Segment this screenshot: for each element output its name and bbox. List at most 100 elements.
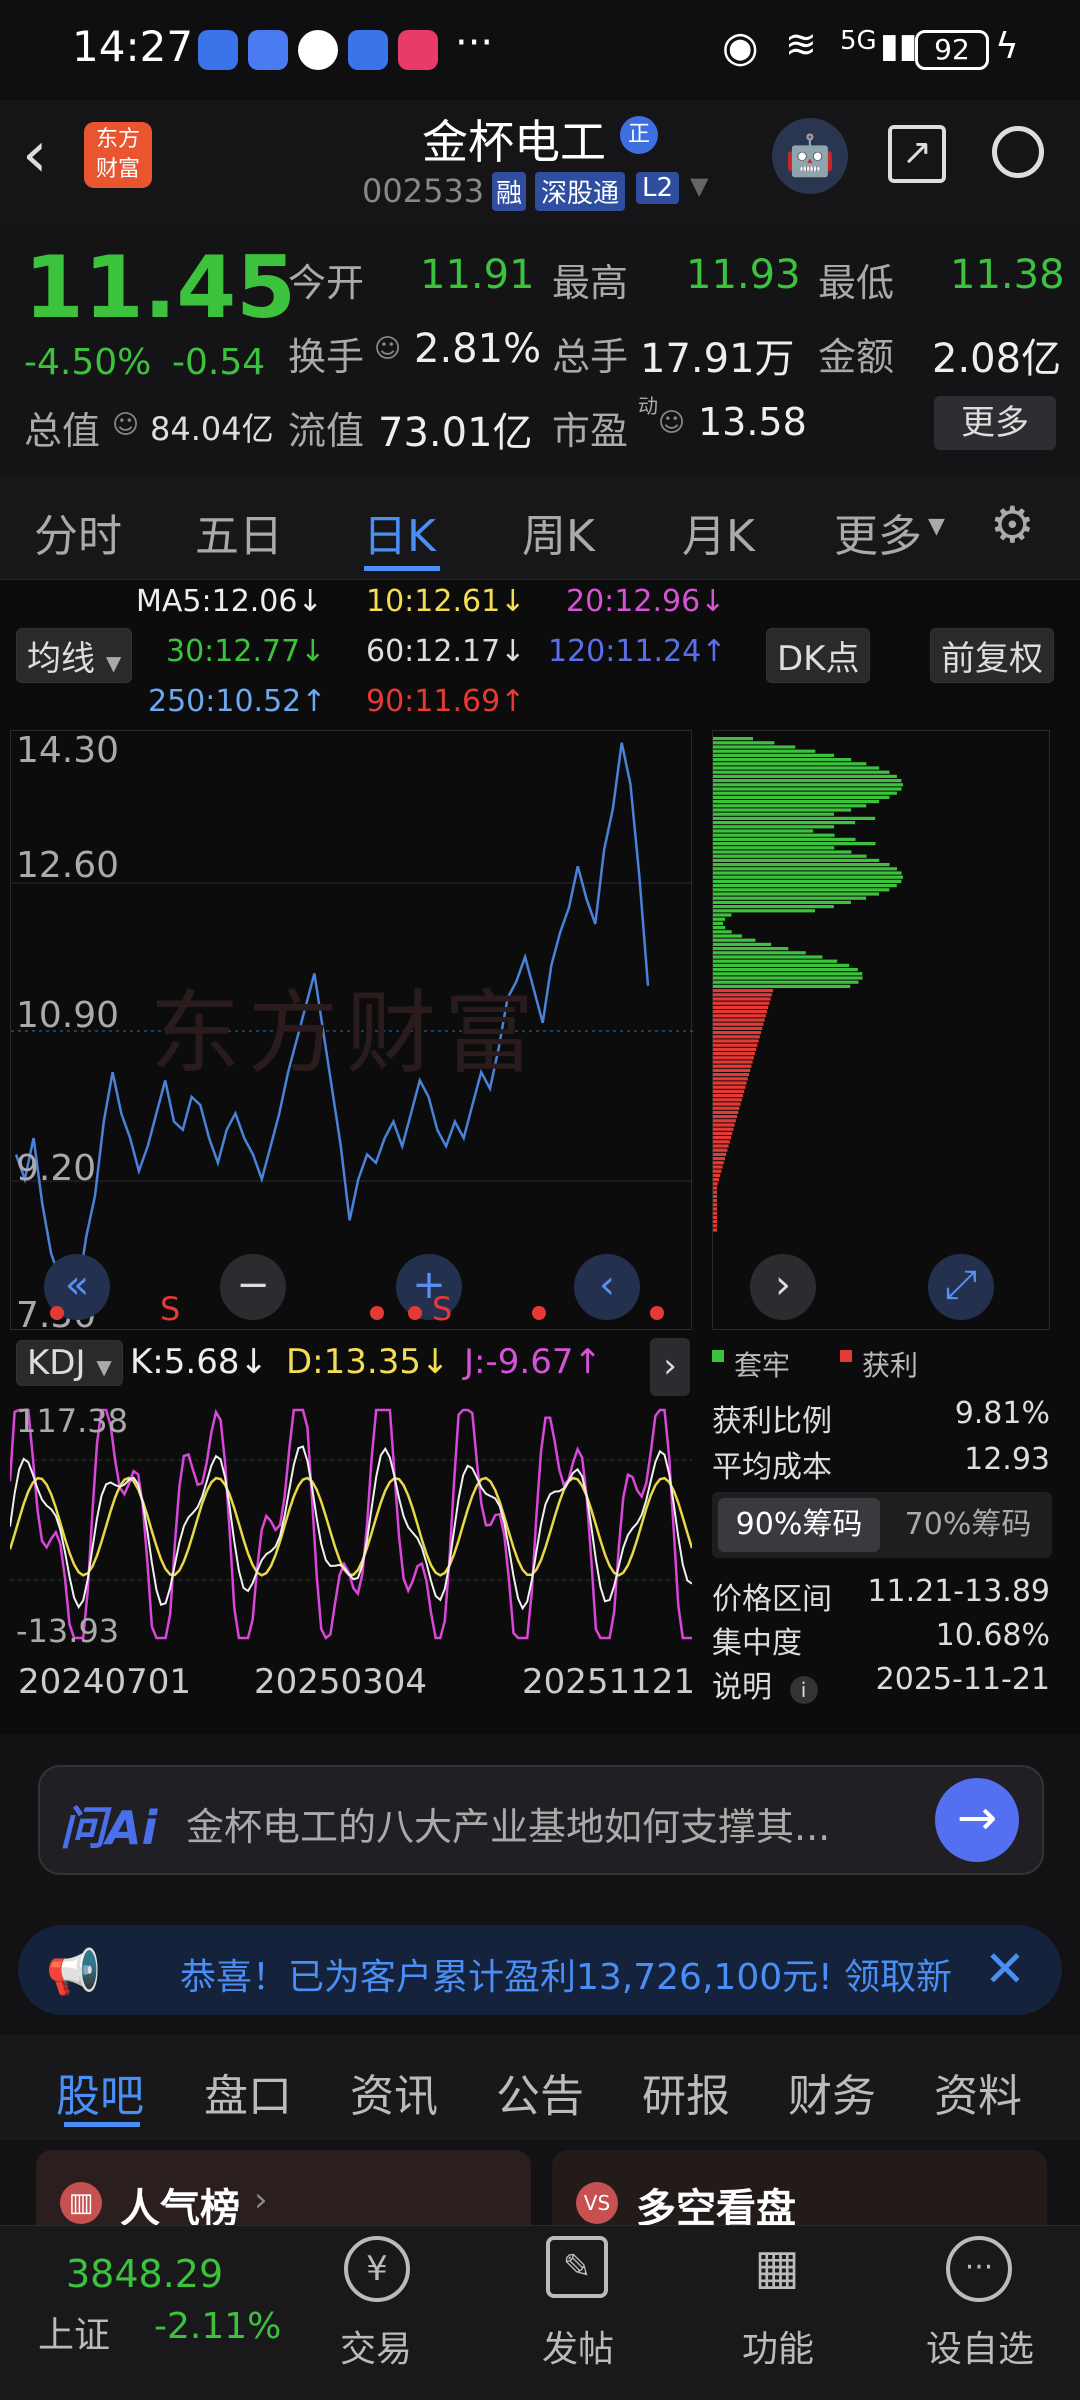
info-icon[interactable]: i	[789, 1676, 818, 1704]
tab-finance[interactable]: 财务	[788, 2060, 876, 2124]
chip-bar	[713, 753, 835, 757]
index-value[interactable]: 3848.29	[66, 2252, 223, 2296]
chip-bar	[713, 850, 852, 854]
nav-function[interactable]: 功能	[708, 2320, 848, 2372]
eastmoney-logo[interactable]: 东方 财富	[84, 122, 152, 188]
nav-add-watchlist[interactable]: 设自选	[910, 2320, 1050, 2372]
chip-distribution-chart[interactable]	[712, 730, 1050, 1330]
chip-bar	[713, 1085, 746, 1089]
chip-bar	[713, 863, 890, 867]
share-icon[interactable]: ↗	[888, 125, 946, 183]
tab-more-caret-icon: ▼	[928, 514, 945, 539]
search-icon[interactable]	[992, 126, 1044, 178]
tab-profile[interactable]: 资料	[934, 2060, 1022, 2124]
tag-dropdown-icon[interactable]: ▼	[690, 172, 708, 200]
function-grid-icon[interactable]: ▦	[746, 2236, 808, 2298]
chip-bar	[713, 1022, 764, 1026]
concentration-label: 集中度	[712, 1626, 802, 1661]
tab-pankou[interactable]: 盘口	[204, 2060, 292, 2124]
chip-bar	[713, 1173, 721, 1177]
ma-button[interactable]: 均线 ▼	[16, 628, 133, 683]
tab-five-day[interactable]: 五日	[195, 500, 283, 564]
mcap-info-icon[interactable]: ☺	[112, 410, 139, 440]
nav-trade[interactable]: 交易	[306, 2320, 446, 2372]
tab-monthly-k[interactable]: 月K	[682, 500, 755, 564]
dk-point-button[interactable]: DK点	[766, 628, 871, 683]
chip-bar	[713, 1110, 739, 1114]
fq-button[interactable]: 前复权	[930, 628, 1054, 683]
ai-send-arrow-icon[interactable]: →	[935, 1778, 1019, 1862]
chip-bar	[713, 774, 897, 778]
chip-bar	[713, 934, 742, 938]
tab-active-indicator	[364, 566, 440, 571]
signal-s-marker: S	[160, 1290, 181, 1328]
chip-bar	[713, 770, 890, 774]
chip-bar	[713, 1165, 723, 1169]
back-chevron-icon[interactable]: ‹	[22, 118, 48, 192]
chip-bar	[713, 905, 834, 909]
chip-bar	[713, 926, 726, 930]
gear-icon[interactable]: ⚙	[990, 496, 1035, 554]
kdj-d-value: D:13.35↓	[286, 1342, 450, 1382]
date-label-2: 20250304	[254, 1662, 428, 1702]
ma-button-label: 均线	[27, 639, 95, 679]
scroll-left-icon[interactable]: ‹	[574, 1254, 640, 1320]
trade-yen-icon[interactable]: ¥	[344, 2236, 410, 2302]
chevron-right-icon: ›	[254, 2180, 268, 2220]
zoom-out-icon[interactable]: −	[220, 1254, 286, 1320]
high-value: 11.93	[686, 252, 801, 298]
signal-s-marker: S	[432, 1290, 453, 1328]
chip-bar	[713, 1077, 748, 1081]
kdj-button[interactable]: KDJ ▼	[16, 1340, 123, 1386]
kdj-expand-icon[interactable]: ›	[650, 1338, 690, 1396]
chip-tab-70[interactable]: 70%筹码	[888, 1498, 1048, 1552]
eye-icon: ◉	[722, 22, 759, 71]
add-watchlist-icon[interactable]: ···	[946, 2236, 1012, 2302]
chip-bar	[713, 1035, 760, 1039]
turnover-value: 2.81%	[414, 326, 542, 372]
chip-bar	[713, 900, 851, 904]
chip-bar	[713, 896, 867, 900]
pe-info-icon[interactable]: ☺	[658, 408, 685, 438]
turnover-info-icon[interactable]: ☺	[374, 334, 401, 364]
chip-bar	[713, 1203, 717, 1207]
tab-intraday[interactable]: 分时	[34, 500, 122, 564]
tab-announcements[interactable]: 公告	[496, 2060, 584, 2124]
chip-bar	[713, 837, 856, 841]
index-change[interactable]: -2.11%	[154, 2306, 281, 2347]
chip-bar	[713, 745, 796, 749]
tab-guba[interactable]: 股吧	[56, 2060, 144, 2124]
chip-bar	[713, 812, 834, 816]
note-label: 说明	[712, 1670, 772, 1705]
tab-news[interactable]: 资讯	[350, 2060, 438, 2124]
tab-weekly-k[interactable]: 周K	[522, 500, 595, 564]
change-pct: -4.50%	[24, 342, 152, 383]
nav-post[interactable]: 发帖	[508, 2320, 648, 2372]
chip-bar	[713, 833, 835, 837]
chip-bar	[713, 1131, 733, 1135]
chip-bar	[713, 1056, 754, 1060]
chip-bar	[713, 1081, 747, 1085]
tab-more[interactable]: 更多	[834, 500, 922, 564]
chip-tab-90[interactable]: 90%筹码	[718, 1498, 880, 1552]
chip-bar	[713, 1186, 717, 1190]
high-label: 最高	[552, 261, 629, 305]
chip-bar	[713, 1136, 731, 1140]
chip-bar	[713, 804, 867, 808]
ma250-label: 250:10.52↑	[148, 684, 327, 719]
profit-ratio-row: 获利比例 9.81%	[712, 1396, 1052, 1440]
ai-logo: 问Ai	[60, 1801, 158, 1855]
chip-bar	[713, 749, 816, 753]
post-edit-icon[interactable]: ✎	[546, 2236, 608, 2298]
chip-bar	[713, 1073, 749, 1077]
close-icon[interactable]: ✕	[984, 1940, 1026, 1998]
chip-bar	[713, 787, 902, 791]
robot-assistant-icon[interactable]: 🤖	[772, 118, 848, 194]
tab-daily-k[interactable]: 日K	[363, 500, 436, 564]
tab-research[interactable]: 研报	[642, 2060, 730, 2124]
profit-ratio-value: 9.81%	[954, 1396, 1050, 1431]
more-button[interactable]: 更多	[934, 396, 1056, 450]
index-name[interactable]: 上证	[38, 2306, 110, 2358]
profit-ratio-label: 获利比例	[712, 1404, 832, 1439]
chip-bar	[713, 1190, 717, 1194]
